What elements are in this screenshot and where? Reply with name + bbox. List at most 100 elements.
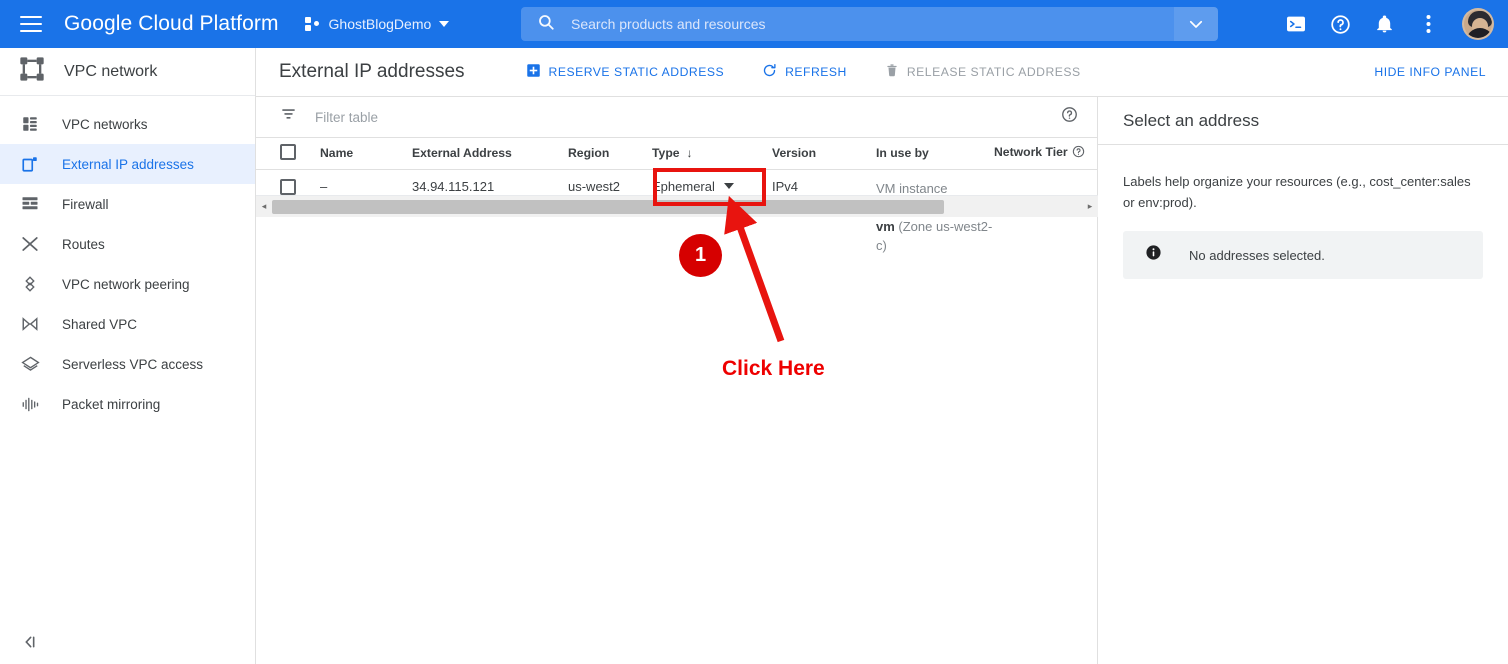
top-navigation-bar: Google Cloud Platform GhostBlogDemo Sear… (0, 0, 1508, 48)
horizontal-scrollbar[interactable]: ◂ ▸ (256, 195, 1098, 217)
sidebar-title: VPC network (64, 62, 158, 80)
search-placeholder: Search products and resources (571, 16, 766, 32)
main-content: External IP addresses RESERVE STATIC ADD… (256, 48, 1508, 664)
column-header-external-address[interactable]: External Address (412, 138, 568, 170)
info-panel-note: No addresses selected. (1123, 231, 1483, 279)
shared-vpc-icon (20, 314, 40, 334)
sidebar-item-label: Firewall (62, 196, 109, 212)
type-dropdown-label: Ephemeral (652, 178, 715, 194)
top-bar-actions (1284, 0, 1494, 48)
project-selector[interactable]: GhostBlogDemo (304, 16, 450, 32)
sidebar-item-external-ip-addresses[interactable]: External IP addresses (0, 144, 255, 184)
type-dropdown[interactable]: Ephemeral (652, 179, 734, 194)
info-panel-title: Select an address (1123, 110, 1260, 130)
hamburger-menu-icon[interactable] (20, 16, 42, 32)
column-header-version[interactable]: Version (772, 138, 876, 170)
peering-icon (20, 274, 40, 294)
scrollbar-thumb[interactable] (272, 199, 944, 214)
project-dots-icon (304, 17, 321, 31)
annotation-click-here-label: Click Here (722, 357, 825, 380)
gcp-console-screen: Google Cloud Platform GhostBlogDemo Sear… (0, 0, 1508, 664)
filter-bar: Filter table (256, 97, 1097, 138)
help-circle-icon[interactable] (1061, 106, 1078, 128)
sidebar-item-vpc-network-peering[interactable]: VPC network peering (0, 264, 255, 304)
info-panel-note-text: No addresses selected. (1189, 247, 1325, 263)
column-header-region[interactable]: Region (568, 138, 652, 170)
info-icon (1145, 244, 1162, 266)
sidebar-item-shared-vpc[interactable]: Shared VPC (0, 304, 255, 344)
chevron-down-icon (723, 183, 734, 189)
table-container: Filter table Name External Address Regio… (256, 97, 1098, 664)
sort-descending-icon: ↓ (686, 146, 693, 161)
scroll-left-arrow[interactable]: ◂ (256, 201, 272, 212)
search-expand-button[interactable] (1174, 7, 1218, 41)
sidebar-item-label: Routes (62, 236, 105, 252)
reserve-static-address-button[interactable]: RESERVE STATIC ADDRESS (514, 57, 737, 87)
sidebar-item-label: External IP addresses (62, 156, 194, 172)
sidebar-item-label: VPC network peering (62, 276, 190, 292)
column-header-type[interactable]: Type ↓ (652, 138, 772, 170)
column-header-name[interactable]: Name (320, 138, 412, 170)
filter-input[interactable]: Filter table (315, 110, 378, 125)
sidebar-item-label: VPC networks (62, 116, 148, 132)
help-circle-icon[interactable] (1072, 145, 1085, 161)
refresh-icon (762, 63, 777, 81)
help-icon[interactable] (1328, 12, 1352, 36)
filter-icon[interactable] (280, 106, 297, 128)
info-panel: Select an address Labels help organize y… (1098, 97, 1508, 664)
add-box-icon (526, 63, 541, 81)
annotation-step-badge: 1 (679, 234, 722, 277)
packet-mirroring-icon (20, 394, 40, 414)
action-label: RESERVE STATIC ADDRESS (548, 65, 725, 79)
sidebar-menu: VPC networks External IP addresses Firew… (0, 96, 255, 424)
search-icon (537, 13, 555, 36)
content-header: External IP addresses RESERVE STATIC ADD… (256, 48, 1508, 97)
vpc-networks-icon (20, 114, 40, 134)
column-header-in-use-by[interactable]: In use by (876, 138, 994, 170)
sidebar-item-routes[interactable]: Routes (0, 224, 255, 264)
column-header-network-tier[interactable]: Network Tier (994, 138, 1098, 170)
sidebar-item-label: Shared VPC (62, 316, 138, 332)
column-header-type-label: Type (652, 146, 680, 161)
sidebar-item-vpc-networks[interactable]: VPC networks (0, 104, 255, 144)
vpc-network-icon (18, 55, 46, 88)
table-header-row: Name External Address Region Type ↓ Versi… (256, 138, 1098, 170)
search-input[interactable]: Search products and resources (521, 7, 1218, 41)
sidebar-item-firewall[interactable]: Firewall (0, 184, 255, 224)
sidebar: VPC network VPC networks External IP add… (0, 48, 256, 664)
avatar[interactable] (1462, 8, 1494, 40)
sidebar-item-label: Packet mirroring (62, 396, 161, 412)
sidebar-item-serverless-vpc-access[interactable]: Serverless VPC access (0, 344, 255, 384)
select-all-header (256, 138, 320, 170)
action-label: RELEASE STATIC ADDRESS (906, 65, 1081, 79)
hide-info-panel-button[interactable]: HIDE INFO PANEL (1374, 65, 1486, 79)
page-title: External IP addresses (279, 61, 465, 82)
brand-title: Google Cloud Platform (64, 12, 279, 35)
project-name-label: GhostBlogDemo (328, 16, 432, 32)
trash-icon (885, 63, 899, 81)
more-options-icon[interactable] (1416, 12, 1440, 36)
select-all-checkbox[interactable] (280, 143, 296, 160)
sidebar-item-packet-mirroring[interactable]: Packet mirroring (0, 384, 255, 424)
content-actions: RESERVE STATIC ADDRESS REFRESH RELEASE S… (514, 57, 1093, 87)
routes-icon (20, 234, 40, 254)
sidebar-collapse-button[interactable] (22, 634, 38, 650)
row-checkbox[interactable] (280, 178, 296, 195)
scroll-right-arrow[interactable]: ▸ (1082, 201, 1098, 212)
column-header-network-tier-label: Network Tier (994, 145, 1068, 160)
in-use-by-prefix: VM instance (876, 180, 948, 196)
chevron-down-icon (439, 21, 450, 27)
notifications-bell-icon[interactable] (1372, 12, 1396, 36)
external-ip-icon (20, 154, 40, 174)
serverless-vpc-icon (20, 354, 40, 374)
info-panel-description: Labels help organize your resources (e.g… (1123, 174, 1471, 210)
info-panel-header: Select an address (1098, 97, 1508, 145)
sidebar-item-label: Serverless VPC access (62, 356, 204, 372)
action-label: REFRESH (785, 65, 847, 79)
release-static-address-button: RELEASE STATIC ADDRESS (873, 57, 1093, 87)
info-panel-body: Labels help organize your resources (e.g… (1098, 145, 1508, 279)
cloud-shell-icon[interactable] (1284, 12, 1308, 36)
refresh-button[interactable]: REFRESH (750, 57, 859, 87)
sidebar-header: VPC network (0, 48, 255, 96)
scrollbar-track[interactable] (272, 199, 1082, 214)
